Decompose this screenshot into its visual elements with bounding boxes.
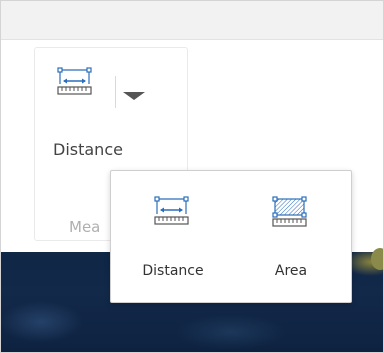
ruler-area-icon <box>272 196 307 227</box>
measure-distance-button[interactable] <box>55 66 113 110</box>
menu-item-area[interactable]: Area <box>251 189 331 289</box>
measure-button-label: Distance <box>53 140 123 159</box>
map-landmass <box>371 248 383 270</box>
measure-dropdown-button[interactable] <box>119 84 151 108</box>
ruler-distance-icon <box>57 67 92 95</box>
group-label: Mea <box>69 218 101 236</box>
top-bar <box>1 1 383 40</box>
menu-item-distance-label: Distance <box>142 263 204 279</box>
ruler-distance-icon <box>154 196 189 225</box>
split-button-divider <box>115 76 116 108</box>
menu-item-area-label: Area <box>274 263 308 279</box>
measure-dropdown-menu: Distance Area <box>110 170 352 303</box>
app-window: Distance Mea Distance Area <box>0 0 384 353</box>
menu-item-distance[interactable]: Distance <box>133 189 213 289</box>
caret-down-icon <box>123 92 145 100</box>
